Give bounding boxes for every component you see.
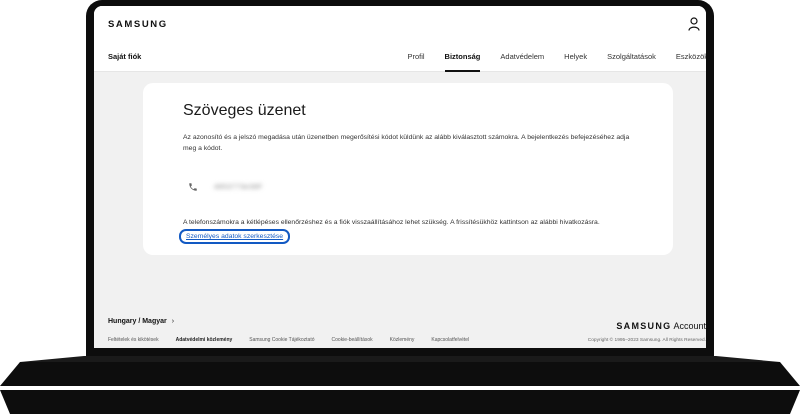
copyright: Copyright © 1995–2023 Samsung. All Right…	[587, 338, 706, 343]
region-label: Hungary / Magyar	[108, 318, 167, 325]
footer: Hungary / Magyar › Feltételek és kikötés…	[94, 310, 706, 348]
footer-links: Feltételek és kikötések Adatvédelmi közl…	[108, 337, 486, 343]
card-description: Az azonosító és a jelszó megadása után ü…	[183, 134, 630, 152]
footer-link-cookie-policy[interactable]: Samsung Cookie Tájékoztató	[249, 337, 314, 343]
tab-profile[interactable]: Profil	[407, 44, 424, 72]
card-note: A telefonszámokra a kétlépéses ellenőrzé…	[183, 219, 600, 226]
browser-screen: SAMSUNG Saját fiók Profil Biztonság Adat…	[94, 6, 706, 348]
footer-link-privacy[interactable]: Adatvédelmi közlemény	[176, 337, 233, 343]
footer-brand-account: Account	[673, 321, 706, 331]
user-icon[interactable]	[688, 17, 700, 31]
chevron-right-icon: ›	[171, 318, 175, 325]
tab-places[interactable]: Helyek	[564, 44, 587, 72]
text-message-card: Szöveges üzenet Az azonosító és a jelszó…	[143, 83, 673, 255]
account-title[interactable]: Saját fiók	[108, 52, 141, 61]
footer-brand-samsung: SAMSUNG	[616, 321, 672, 331]
footer-link-cookie-settings[interactable]: Cookie-beállítások	[332, 337, 373, 343]
footer-link-notice[interactable]: Közlemény	[390, 337, 415, 343]
tab-privacy[interactable]: Adatvédelem	[500, 44, 544, 72]
samsung-logo[interactable]: SAMSUNG	[108, 19, 168, 30]
edit-personal-info-link[interactable]: Személyes adatok szerkesztése	[179, 229, 291, 244]
samsung-account-logo: SAMSUNG Account	[616, 321, 706, 331]
top-header: SAMSUNG	[94, 6, 706, 44]
page-title: Szöveges üzenet	[183, 102, 306, 119]
tab-bar: Profil Biztonság Adatvédelem Helyek Szol…	[387, 44, 706, 72]
phone-number: 4853773e38F	[214, 183, 263, 191]
account-nav: Saját fiók Profil Biztonság Adatvédelem …	[94, 44, 706, 72]
tab-services[interactable]: Szolgáltatások	[607, 44, 656, 72]
tab-security[interactable]: Biztonság	[444, 44, 480, 72]
region-selector[interactable]: Hungary / Magyar ›	[108, 318, 174, 325]
footer-link-terms[interactable]: Feltételek és kikötések	[108, 337, 159, 343]
footer-link-contact[interactable]: Kapcsolatfelvétel	[431, 337, 469, 343]
phone-row: 4853773e38F	[188, 182, 263, 192]
laptop-base	[0, 356, 800, 414]
phone-icon	[189, 183, 197, 191]
tab-devices[interactable]: Eszközök	[676, 44, 706, 72]
